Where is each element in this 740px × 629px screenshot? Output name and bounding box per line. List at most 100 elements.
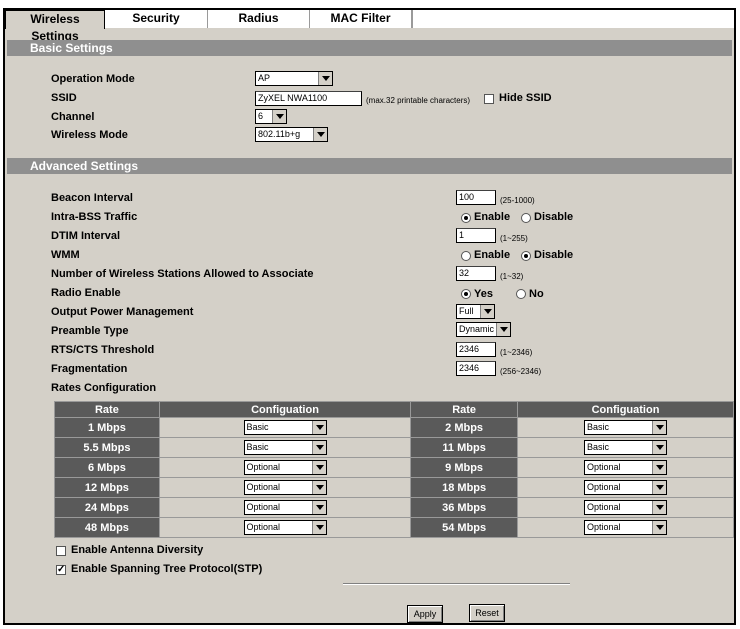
antenna-diversity-checkbox[interactable]: [56, 546, 66, 556]
radio-no-label: No: [529, 288, 544, 300]
radio-yes-label: Yes: [474, 288, 493, 300]
rate-config-select[interactable]: Optional: [243, 460, 327, 475]
rate-config-select[interactable]: Optional: [584, 500, 667, 515]
table-row: 12 Mbps Optional 18 Mbps Optional: [54, 477, 734, 498]
chevron-down-icon: [652, 441, 666, 454]
chevron-down-icon: [311, 461, 326, 474]
reset-button[interactable]: Reset: [469, 604, 505, 622]
operation-mode-select[interactable]: AP: [255, 71, 333, 86]
rate-config-value: Basic: [587, 442, 610, 452]
config-cell: Optional: [158, 457, 412, 478]
intra-bss-disable-label: Disable: [534, 211, 574, 223]
rate-config-select[interactable]: Optional: [243, 500, 327, 515]
tab-radius[interactable]: Radius: [208, 10, 310, 28]
beacon-interval-hint: (25-1000): [500, 196, 535, 205]
intra-bss-enable-radio[interactable]: [461, 213, 471, 223]
antenna-diversity-label: Enable Antenna Diversity: [71, 544, 204, 556]
config-cell: Basic: [158, 437, 412, 458]
chevron-down-icon: [313, 128, 327, 141]
stp-label: Enable Spanning Tree Protocol(STP): [71, 563, 263, 575]
preamble-type-select[interactable]: Dynamic: [456, 322, 511, 337]
rate-header: Rate: [54, 401, 160, 418]
wireless-mode-value: 802.11b+g: [258, 129, 301, 139]
apply-button[interactable]: Apply: [407, 605, 443, 623]
intra-bss-enable-label: Enable: [474, 211, 511, 223]
rate-config-value: Basic: [246, 442, 269, 452]
rate-config-select[interactable]: Optional: [243, 480, 327, 495]
rate-config-select[interactable]: Optional: [584, 520, 667, 535]
channel-label: Channel: [51, 111, 95, 123]
settings-window: Wireless Settings Security Radius MAC Fi…: [3, 8, 736, 625]
rate-cell: 2 Mbps: [410, 417, 519, 438]
chevron-down-icon: [652, 421, 666, 434]
rate-config-value: Optional: [587, 522, 621, 532]
rate-cell: 48 Mbps: [54, 517, 160, 538]
config-cell: Optional: [517, 457, 734, 478]
basic-settings-header: Basic Settings: [7, 40, 732, 56]
intra-bss-disable-radio[interactable]: [521, 213, 531, 223]
tab-mac-filter[interactable]: MAC Filter: [310, 10, 412, 28]
config-header: Configuation: [517, 401, 734, 418]
chevron-down-icon: [311, 521, 326, 534]
beacon-interval-input[interactable]: 100: [456, 190, 496, 205]
ssid-input[interactable]: ZyXEL NWA1100: [255, 91, 362, 106]
rate-config-select[interactable]: Basic: [584, 440, 667, 455]
intra-bss-label: Intra-BSS Traffic: [51, 211, 138, 223]
rate-config-select[interactable]: Basic: [243, 420, 327, 435]
advanced-settings-header: Advanced Settings: [7, 158, 732, 174]
config-cell: Optional: [158, 517, 412, 538]
wmm-disable-radio[interactable]: [521, 251, 531, 261]
dtim-interval-input[interactable]: 1: [456, 228, 496, 243]
wmm-disable-label: Disable: [534, 249, 574, 261]
wmm-enable-radio[interactable]: [461, 251, 471, 261]
rate-cell: 11 Mbps: [410, 437, 519, 458]
wireless-mode-select[interactable]: 802.11b+g: [255, 127, 328, 142]
output-power-label: Output Power Management: [51, 306, 194, 318]
rates-table: Rate Configuation Rate Configuation 1 Mb…: [54, 401, 734, 538]
rate-config-value: Optional: [246, 522, 281, 532]
rts-cts-input[interactable]: 2346: [456, 342, 496, 357]
preamble-type-label: Preamble Type: [51, 325, 129, 337]
config-cell: Optional: [517, 497, 734, 518]
chevron-down-icon: [652, 461, 666, 474]
dtim-interval-label: DTIM Interval: [51, 230, 121, 242]
chevron-down-icon: [311, 421, 326, 434]
stp-checkbox[interactable]: ✓: [56, 565, 66, 575]
beacon-interval-label: Beacon Interval: [51, 192, 133, 204]
channel-select[interactable]: 6: [255, 109, 287, 124]
rate-config-select[interactable]: Optional: [584, 460, 667, 475]
radio-yes-radio[interactable]: [461, 289, 471, 299]
rate-cell: 5.5 Mbps: [54, 437, 160, 458]
chevron-down-icon: [318, 72, 332, 85]
rate-config-value: Basic: [246, 422, 269, 432]
preamble-type-value: Dynamic: [459, 324, 495, 334]
radio-no-radio[interactable]: [516, 289, 526, 299]
rate-cell: 1 Mbps: [54, 417, 160, 438]
stations-input[interactable]: 32: [456, 266, 496, 281]
rate-config-select[interactable]: Optional: [584, 480, 667, 495]
rate-config-select[interactable]: Basic: [243, 440, 327, 455]
hide-ssid-label: Hide SSID: [499, 92, 552, 104]
rate-config-select[interactable]: Optional: [243, 520, 327, 535]
fragmentation-label: Fragmentation: [51, 363, 128, 375]
table-row: 5.5 Mbps Basic 11 Mbps Basic: [54, 437, 734, 458]
dtim-interval-hint: (1~255): [500, 234, 528, 243]
chevron-down-icon: [652, 501, 666, 514]
tab-security[interactable]: Security: [105, 10, 208, 28]
rate-config-select[interactable]: Basic: [584, 420, 667, 435]
rate-cell: 12 Mbps: [54, 477, 160, 498]
wmm-label: WMM: [51, 249, 80, 261]
rts-cts-label: RTS/CTS Threshold: [51, 344, 155, 356]
rate-cell: 54 Mbps: [410, 517, 519, 538]
tab-wireless-settings[interactable]: Wireless Settings: [5, 10, 105, 43]
fragmentation-hint: (256~2346): [500, 367, 542, 376]
output-power-value: Full: [459, 306, 474, 316]
config-cell: Optional: [158, 477, 412, 498]
operation-mode-label: Operation Mode: [51, 73, 135, 85]
hide-ssid-checkbox[interactable]: [484, 94, 494, 104]
config-header: Configuation: [158, 401, 412, 418]
output-power-select[interactable]: Full: [456, 304, 495, 319]
config-cell: Basic: [158, 417, 412, 438]
fragmentation-input[interactable]: 2346: [456, 361, 496, 376]
chevron-down-icon: [311, 481, 326, 494]
